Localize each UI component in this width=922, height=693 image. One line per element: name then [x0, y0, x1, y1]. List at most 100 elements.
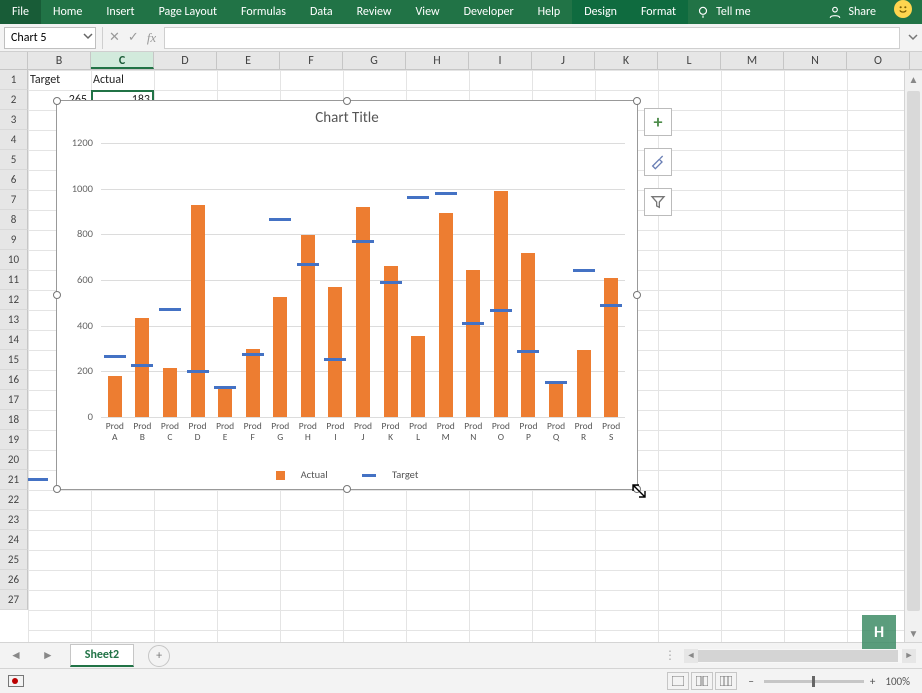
row-header[interactable]: 15: [0, 350, 28, 370]
chart-styles-button[interactable]: [644, 148, 672, 176]
resize-handle[interactable]: [343, 485, 351, 493]
row-header[interactable]: 22: [0, 490, 28, 510]
tab-help[interactable]: Help: [526, 0, 573, 24]
bar-actual[interactable]: [439, 213, 453, 417]
chart-legend[interactable]: Actual Target: [57, 468, 637, 481]
expand-formula-bar-icon[interactable]: [904, 28, 922, 47]
bar-actual[interactable]: [466, 270, 480, 417]
row-header[interactable]: 26: [0, 570, 28, 590]
feedback-smiley-icon[interactable]: [894, 0, 912, 18]
marker-target[interactable]: [324, 358, 346, 361]
tab-developer[interactable]: Developer: [452, 0, 526, 24]
resize-handle[interactable]: [633, 97, 641, 105]
row-header[interactable]: 4: [0, 130, 28, 150]
row-header[interactable]: 20: [0, 450, 28, 470]
row-header[interactable]: 27: [0, 590, 28, 610]
resize-handle[interactable]: [53, 485, 61, 493]
tab-data[interactable]: Data: [298, 0, 345, 24]
row-header[interactable]: 25: [0, 550, 28, 570]
sheet-nav-prev-icon[interactable]: ◄: [0, 648, 32, 663]
h-scrollbar-thumb[interactable]: [698, 650, 898, 662]
marker-target[interactable]: [462, 322, 484, 325]
marker-target[interactable]: [517, 350, 539, 353]
col-header[interactable]: I: [469, 52, 532, 69]
resize-handle[interactable]: [633, 291, 641, 299]
col-header[interactable]: G: [343, 52, 406, 69]
horizontal-scrollbar[interactable]: ◄ ►: [684, 649, 916, 663]
fx-icon[interactable]: fx: [147, 30, 156, 46]
name-box[interactable]: Chart 5: [4, 27, 96, 49]
col-header[interactable]: C: [91, 52, 154, 69]
bar-actual[interactable]: [577, 350, 591, 417]
tab-file[interactable]: File: [0, 0, 41, 24]
tab-design[interactable]: Design: [572, 0, 629, 24]
bar-actual[interactable]: [273, 297, 287, 417]
worksheet-grid[interactable]: 1234567891011121314151617181920212223242…: [0, 70, 922, 644]
add-sheet-button[interactable]: +: [148, 645, 170, 667]
row-header[interactable]: 24: [0, 530, 28, 550]
cell[interactable]: Target: [28, 70, 89, 90]
view-page-break-button[interactable]: [715, 672, 737, 690]
scroll-left-icon[interactable]: ◄: [684, 650, 698, 661]
marker-target[interactable]: [269, 218, 291, 221]
zoom-level[interactable]: 100%: [885, 675, 910, 688]
col-header[interactable]: N: [784, 52, 847, 69]
view-page-layout-button[interactable]: [691, 672, 713, 690]
col-header[interactable]: O: [847, 52, 910, 69]
tellme[interactable]: Tell me: [688, 0, 759, 24]
bar-actual[interactable]: [328, 287, 342, 417]
enter-icon[interactable]: ✓: [128, 30, 139, 45]
cancel-icon[interactable]: ✕: [109, 30, 120, 45]
marker-target[interactable]: [159, 308, 181, 311]
tab-format[interactable]: Format: [629, 0, 688, 24]
bar-actual[interactable]: [604, 278, 618, 417]
row-header[interactable]: 18: [0, 410, 28, 430]
chevron-down-icon[interactable]: [83, 31, 93, 45]
row-header[interactable]: 23: [0, 510, 28, 530]
col-header[interactable]: B: [28, 52, 91, 69]
chart-elements-button[interactable]: +: [644, 108, 672, 136]
bar-actual[interactable]: [108, 376, 122, 417]
marker-target[interactable]: [573, 269, 595, 272]
row-header[interactable]: 9: [0, 230, 28, 250]
marker-target[interactable]: [380, 281, 402, 284]
tab-formulas[interactable]: Formulas: [229, 0, 298, 24]
bar-actual[interactable]: [384, 266, 398, 417]
row-header[interactable]: 14: [0, 330, 28, 350]
bar-actual[interactable]: [135, 318, 149, 417]
col-header[interactable]: E: [217, 52, 280, 69]
col-header[interactable]: K: [595, 52, 658, 69]
row-header[interactable]: 7: [0, 190, 28, 210]
bar-actual[interactable]: [218, 386, 232, 417]
zoom-slider[interactable]: [764, 680, 864, 683]
marker-target[interactable]: [131, 364, 153, 367]
bar-actual[interactable]: [356, 207, 370, 417]
row-header[interactable]: 5: [0, 150, 28, 170]
cell[interactable]: Actual: [91, 70, 152, 90]
marker-target[interactable]: [104, 355, 126, 358]
row-header[interactable]: 17: [0, 390, 28, 410]
resize-handle[interactable]: [53, 291, 61, 299]
row-header[interactable]: 3: [0, 110, 28, 130]
chart-plot-area[interactable]: 020040060080010001200ProdAProdBProdCProd…: [101, 143, 625, 417]
resize-handle[interactable]: [343, 97, 351, 105]
marker-target[interactable]: [407, 196, 429, 199]
row-header[interactable]: 8: [0, 210, 28, 230]
col-header[interactable]: D: [154, 52, 217, 69]
chart-filters-button[interactable]: [644, 188, 672, 216]
row-header[interactable]: 13: [0, 310, 28, 330]
row-header[interactable]: 6: [0, 170, 28, 190]
tab-review[interactable]: Review: [345, 0, 404, 24]
view-normal-button[interactable]: [667, 672, 689, 690]
marker-target[interactable]: [187, 370, 209, 373]
row-header[interactable]: 10: [0, 250, 28, 270]
marker-target[interactable]: [214, 386, 236, 389]
marker-target[interactable]: [490, 309, 512, 312]
macro-record-icon[interactable]: [8, 675, 24, 687]
vertical-scrollbar[interactable]: ▲ ▼: [904, 71, 922, 643]
sheet-nav-next-icon[interactable]: ►: [32, 648, 64, 663]
marker-target[interactable]: [545, 381, 567, 384]
bar-actual[interactable]: [549, 382, 563, 417]
zoom-in-button[interactable]: +: [870, 675, 875, 688]
col-header[interactable]: H: [406, 52, 469, 69]
